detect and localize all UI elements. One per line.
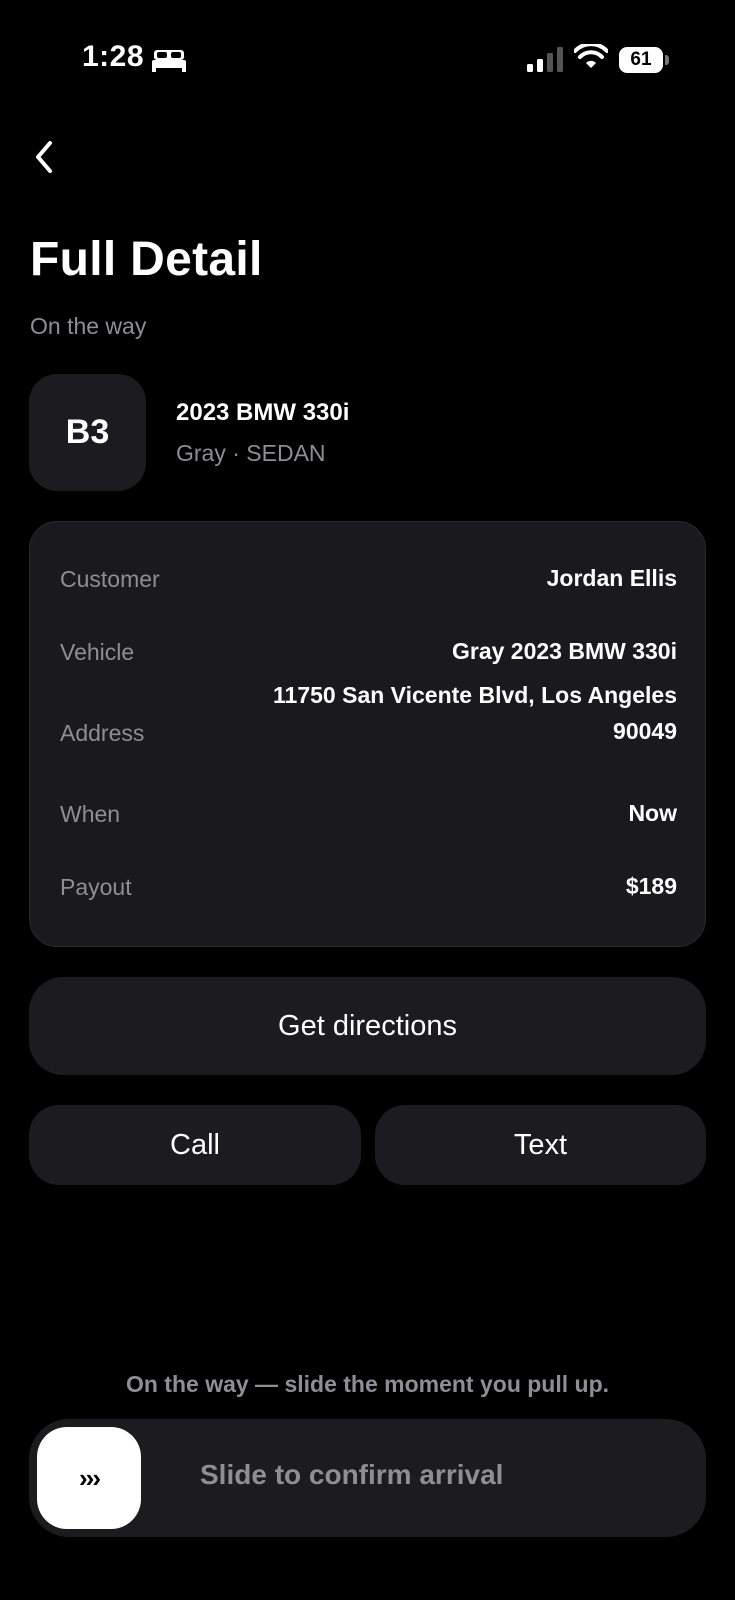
status-bar: 1:28 61: [0, 0, 735, 120]
wifi-icon: [574, 44, 608, 68]
address-line-1: 11750 San Vicente Blvd, Los Angeles: [273, 682, 677, 708]
call-button[interactable]: Call: [29, 1105, 361, 1185]
customer-value: Jordan Ellis: [546, 565, 677, 591]
details-card: Customer Jordan Ellis Vehicle Gray 2023 …: [29, 521, 706, 947]
battery-level: 61: [619, 47, 663, 73]
chevron-left-icon: [36, 141, 52, 173]
address-line-2: 90049: [613, 718, 677, 744]
slider-handle[interactable]: ›››: [37, 1427, 141, 1529]
cellular-signal-icon: [527, 47, 563, 72]
get-directions-button[interactable]: Get directions: [29, 977, 706, 1075]
slider-label: Slide to confirm arrival: [200, 1459, 504, 1490]
screen: 1:28 61 Full Detail On the way B3 2023 B…: [0, 0, 735, 1600]
page-title: Full Detail: [30, 233, 263, 286]
payout-value: $189: [625, 873, 677, 899]
vehicle-value: Gray 2023 BMW 330i: [451, 638, 677, 664]
bed-icon: [152, 50, 186, 72]
spot-badge: B3: [29, 374, 146, 491]
payout-label: Payout: [60, 874, 132, 900]
battery-tip: [665, 55, 669, 65]
status-time: 1:28: [82, 40, 145, 73]
job-status: On the way: [30, 313, 147, 339]
battery-icon: 61: [619, 47, 669, 73]
text-button[interactable]: Text: [375, 1105, 706, 1185]
vehicle-details: Gray · SEDAN: [176, 440, 326, 466]
when-label: When: [60, 801, 121, 827]
when-value: Now: [628, 800, 677, 826]
confirm-arrival-slider[interactable]: ››› Slide to confirm arrival: [29, 1419, 706, 1537]
vehicle-label: Vehicle: [60, 639, 135, 665]
address-value: 11750 San Vicente Blvd, Los Angeles 9004…: [273, 677, 677, 749]
customer-label: Customer: [60, 566, 160, 592]
address-label: Address: [60, 720, 145, 746]
vehicle-name: 2023 BMW 330i: [176, 399, 350, 426]
back-button[interactable]: [24, 134, 64, 180]
arrival-hint: On the way — slide the moment you pull u…: [125, 1371, 610, 1397]
